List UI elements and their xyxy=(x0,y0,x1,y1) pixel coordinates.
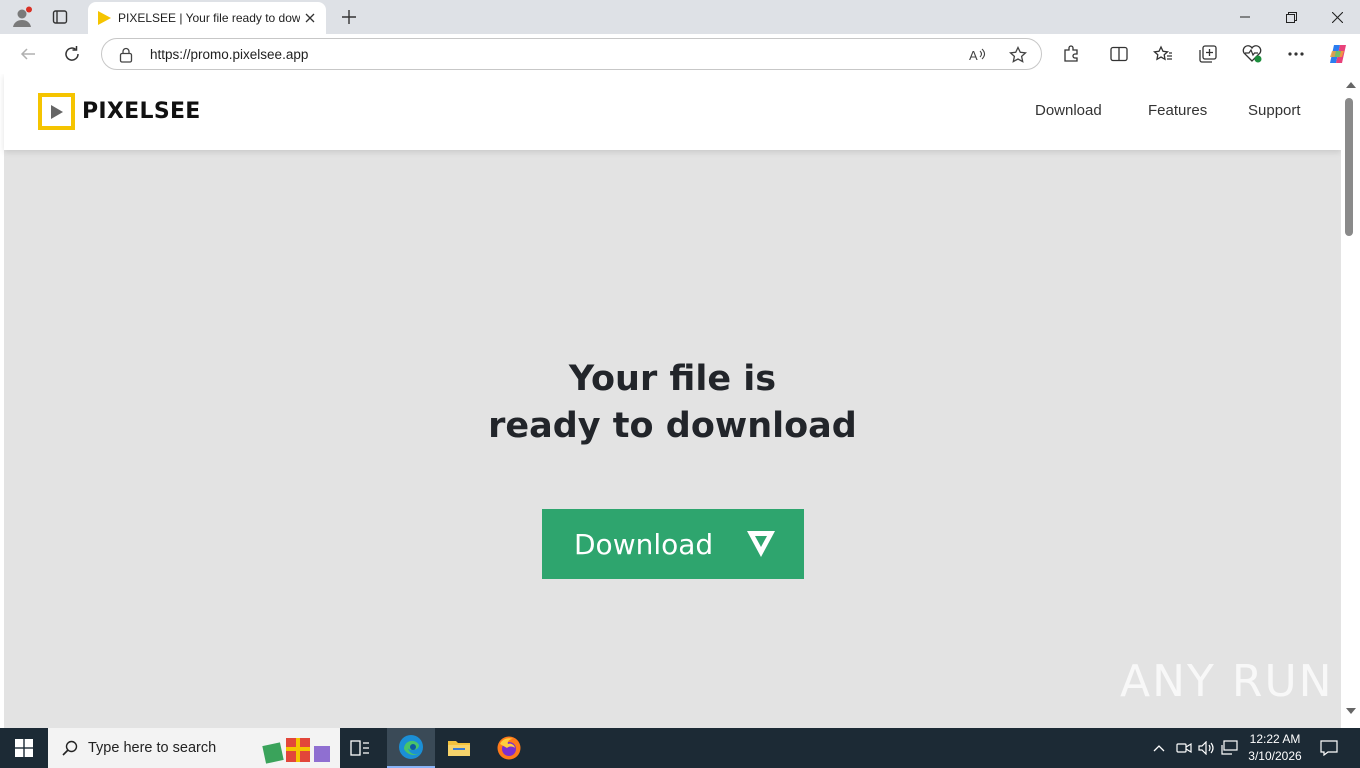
notifications-icon[interactable] xyxy=(1316,728,1342,768)
tab-actions-icon[interactable] xyxy=(46,4,74,30)
restore-icon[interactable] xyxy=(1268,0,1314,34)
back-icon[interactable] xyxy=(13,39,43,69)
profile-icon[interactable] xyxy=(8,4,36,30)
windows-taskbar: Type here to search 12:22 AM 3/10/2026 xyxy=(0,728,1360,768)
new-tab-button[interactable] xyxy=(336,4,362,30)
search-icon xyxy=(62,740,78,756)
url-text[interactable]: https://promo.pixelsee.app xyxy=(150,47,308,62)
hero-line-1: Your file is xyxy=(568,359,777,399)
extensions-icon[interactable] xyxy=(1057,40,1085,68)
download-button-label: Download xyxy=(574,527,714,561)
read-aloud-icon[interactable]: A xyxy=(968,45,988,65)
nav-download-link[interactable]: Download xyxy=(1035,102,1102,119)
task-view-icon[interactable] xyxy=(336,728,384,768)
gift-boxes-icon xyxy=(262,738,330,764)
scrollbar-thumb[interactable] xyxy=(1345,98,1353,236)
logo-text: PIXELSEE xyxy=(82,99,201,124)
meet-now-icon[interactable] xyxy=(1174,728,1194,768)
split-screen-icon[interactable] xyxy=(1105,40,1133,68)
system-clock[interactable]: 12:22 AM 3/10/2026 xyxy=(1240,731,1310,765)
browser-toolbar: https://promo.pixelsee.app A xyxy=(0,34,1360,74)
taskbar-search-box[interactable]: Type here to search xyxy=(48,728,340,768)
hero-heading: Your file is ready to download xyxy=(4,356,1341,450)
show-hidden-icons-icon[interactable] xyxy=(1150,728,1168,768)
clock-time: 12:22 AM xyxy=(1249,732,1301,746)
hero-line-2: ready to download xyxy=(488,406,857,446)
scroll-up-arrow-icon[interactable] xyxy=(1346,82,1356,88)
nav-features-link[interactable]: Features xyxy=(1148,102,1207,119)
performance-icon[interactable] xyxy=(1238,40,1266,68)
svg-text:A: A xyxy=(969,48,978,63)
search-placeholder: Type here to search xyxy=(88,740,217,756)
download-button[interactable]: Download xyxy=(542,509,804,579)
clock-date: 3/10/2026 xyxy=(1248,749,1302,763)
copilot-icon[interactable] xyxy=(1324,40,1352,68)
favorites-icon[interactable] xyxy=(1149,40,1177,68)
browser-tab-bar: PIXELSEE | Your file ready to download xyxy=(0,0,1360,34)
web-viewport: PIXELSEE Download Features Support Your … xyxy=(0,74,1360,728)
page-body: PIXELSEE Download Features Support Your … xyxy=(4,74,1341,728)
site-info-lock-icon[interactable] xyxy=(116,45,136,65)
active-tab[interactable]: PIXELSEE | Your file ready to download xyxy=(88,2,326,34)
address-bar[interactable]: https://promo.pixelsee.app A xyxy=(101,38,1042,70)
collections-icon[interactable] xyxy=(1194,40,1222,68)
edge-taskbar-icon[interactable] xyxy=(387,728,435,768)
scroll-down-arrow-icon[interactable] xyxy=(1346,708,1356,714)
settings-more-icon[interactable] xyxy=(1282,40,1310,68)
tab-title: PIXELSEE | Your file ready to download xyxy=(118,11,300,25)
windows-logo-icon xyxy=(15,739,33,757)
tab-favicon-icon xyxy=(98,11,111,25)
download-arrow-icon xyxy=(747,531,775,557)
favorite-star-icon[interactable] xyxy=(1008,45,1028,65)
page-scrollbar[interactable] xyxy=(1341,74,1360,728)
minimize-icon[interactable] xyxy=(1222,0,1268,34)
anyrun-watermark: ANY RUN xyxy=(1120,656,1334,707)
site-header: PIXELSEE Download Features Support xyxy=(4,74,1341,150)
refresh-icon[interactable] xyxy=(57,39,87,69)
firefox-icon[interactable] xyxy=(485,728,533,768)
nav-support-link[interactable]: Support xyxy=(1248,102,1301,119)
site-logo[interactable]: PIXELSEE xyxy=(38,93,201,130)
close-window-icon[interactable] xyxy=(1314,0,1360,34)
watermark-text: ANY RUN xyxy=(1120,656,1334,707)
file-explorer-icon[interactable] xyxy=(435,728,483,768)
volume-icon[interactable] xyxy=(1197,728,1217,768)
tab-close-icon[interactable] xyxy=(302,10,318,26)
start-button[interactable] xyxy=(0,728,48,768)
network-icon[interactable] xyxy=(1220,728,1240,768)
logo-play-icon xyxy=(38,93,75,130)
